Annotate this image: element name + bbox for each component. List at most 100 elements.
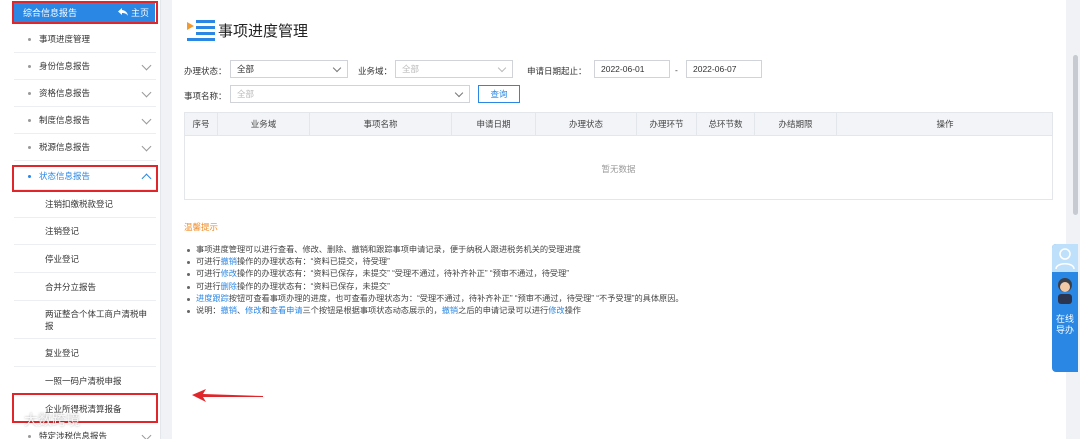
sidebar-item-tax-source[interactable]: 税源信息报告 — [14, 134, 156, 161]
sidebar-subitem-label: 注销登记 — [45, 226, 80, 236]
date-range-label: 申请日期起止： — [527, 66, 587, 76]
sidebar-subitem-label: 合并分立报告 — [45, 281, 97, 292]
column-header: 序号 — [185, 113, 218, 135]
tip-text: 可进行 — [196, 257, 221, 267]
tip-link: 修改 — [245, 305, 262, 315]
column-header: 申请日期 — [452, 113, 536, 135]
sidebar-item-label: 资格信息报告 — [39, 88, 91, 98]
tip-line: 说明：撤销、修改和查看申请三个按钮是根据事项状态动态展示的，撤销之后的申请记录可… — [184, 305, 1044, 317]
tip-text: 可进行 — [196, 269, 221, 279]
domain-select-value: 全部 — [402, 64, 420, 74]
tip-text: 操作的办理状态有：“资料已保存，未提交” “受理不通过，待补齐补正” “预审不通… — [236, 269, 570, 279]
tip-line: 可进行删除操作的办理状态有：“资料已保存，未提交” — [184, 281, 1044, 293]
domain-filter-label: 业务域： — [358, 66, 393, 76]
page-title: 事项进度管理 — [218, 22, 309, 40]
sidebar-item-qualification[interactable]: 资格信息报告 — [14, 80, 156, 107]
sidebar-item-label: 特定涉税信息报告 — [39, 431, 108, 439]
sidebar-item-identity[interactable]: 身份信息报告 — [14, 53, 156, 80]
date-end-value: 2022-06-07 — [693, 64, 737, 74]
bullet-icon — [28, 91, 31, 95]
tip-link: 撤销 — [220, 305, 237, 315]
results-table: 序号 业务域 事项名称 申请日期 办理状态 办理环节 总环节数 办结期限 操作 … — [184, 112, 1053, 200]
scrollbar[interactable] — [1073, 55, 1078, 215]
user-icon — [1052, 244, 1078, 272]
sidebar-item-system[interactable]: 制度信息报告 — [14, 107, 156, 134]
tip-link: 撤销 — [441, 305, 459, 315]
tip-line: 可进行撤销操作的办理状态有：“资料已提交，待受理” — [184, 256, 1044, 268]
home-label: 主页 — [130, 7, 149, 18]
tips-list: 事项进度管理可以进行查看、修改、删除、撤销和跟踪事项申请记录，便于纳税人跟进税务… — [184, 244, 1044, 317]
chevron-down-icon — [454, 88, 464, 98]
chevron-down-icon — [141, 60, 152, 71]
tip-link: 进度跟踪 — [196, 293, 229, 303]
tip-link: 删除 — [220, 281, 237, 291]
column-header: 办结期限 — [755, 113, 837, 135]
table-header: 序号 业务域 事项名称 申请日期 办理状态 办理环节 总环节数 办结期限 操作 — [185, 113, 1052, 136]
tip-text: 操作的办理状态有：“资料已保存，未提交” — [236, 281, 390, 291]
query-button[interactable]: 查询 — [478, 85, 520, 103]
date-end-input[interactable]: 2022-06-07 — [686, 60, 762, 78]
tip-link: 查看申请 — [269, 305, 303, 315]
tip-text: 之后的申请记录可以进行 — [458, 305, 549, 315]
chevron-down-icon — [332, 63, 342, 73]
tip-text: 、 — [236, 305, 246, 315]
tip-text: 三个按钮是根据事项状态动态展示的， — [302, 305, 442, 315]
tip-link: 撤销 — [220, 257, 237, 267]
watermark: 大数跨境 — [24, 412, 80, 428]
chevron-up-icon — [141, 173, 152, 184]
online-guide-widget[interactable]: 在线导办 — [1052, 244, 1078, 372]
chevron-down-icon — [497, 63, 507, 73]
tip-line: 事项进度管理可以进行查看、修改、删除、撤销和跟踪事项申请记录，便于纳税人跟进税务… — [184, 244, 1044, 256]
tip-link: 修改 — [548, 305, 565, 315]
status-select-value: 全部 — [237, 64, 255, 74]
sidebar-subitem[interactable]: 注销登记 — [14, 218, 156, 245]
sidebar-subitem[interactable]: 一照一码户清税申报 — [14, 367, 156, 395]
tip-text: 可进行 — [196, 281, 221, 291]
sidebar: 综合信息报告 主页 事项进度管理 身份信息报告 资格信息报告 制度信息报告 税源… — [0, 0, 161, 439]
column-header: 总环节数 — [697, 113, 755, 135]
list-icon — [186, 18, 216, 42]
bullet-icon — [28, 37, 31, 41]
sidebar-subitem[interactable]: 两证整合个体工商户清税申报 — [14, 301, 156, 339]
sidebar-subitem-label: 注销扣缴税款登记 — [45, 199, 114, 209]
domain-select[interactable]: 全部 — [395, 60, 513, 78]
sidebar-item-label: 制度信息报告 — [39, 115, 91, 125]
chevron-down-icon — [141, 87, 152, 98]
status-select[interactable]: 全部 — [230, 60, 348, 78]
bullet-icon — [28, 118, 31, 122]
column-header: 办理状态 — [536, 113, 637, 135]
empty-table-text: 暂无数据 — [601, 164, 636, 174]
tip-link: 修改 — [220, 269, 237, 279]
tip-line: 进度跟踪按钮可查看事项办理的进度，也可查看办理状态为：“受理不通过，待补齐补正”… — [184, 293, 1044, 305]
date-start-input[interactable]: 2022-06-01 — [594, 60, 670, 78]
item-name-label: 事项名称： — [184, 91, 227, 101]
main-panel: 事项进度管理 办理状态： 全部 业务域： 全部 申请日期起止： 2022-06-… — [172, 0, 1066, 439]
sidebar-item-status[interactable]: 状态信息报告 — [14, 163, 156, 190]
sidebar-item-label: 税源信息报告 — [39, 142, 91, 152]
sidebar-subitem[interactable]: 停业登记 — [14, 245, 156, 273]
sidebar-subitem[interactable]: 复业登记 — [14, 339, 156, 367]
item-name-select[interactable]: 全部 — [230, 85, 470, 103]
sidebar-subitem[interactable]: 合并分立报告 — [14, 273, 156, 301]
home-link[interactable]: 主页 — [117, 6, 149, 19]
sidebar-subitem-label: 一照一码户清税申报 — [45, 375, 122, 386]
sidebar-header-title: 综合信息报告 — [23, 7, 78, 18]
sidebar-header[interactable]: 综合信息报告 主页 — [13, 2, 155, 22]
column-header: 事项名称 — [310, 113, 452, 135]
status-filter-label: 办理状态： — [184, 66, 227, 76]
tip-text: 按钮可查看事项办理的进度，也可查看办理状态为：“受理不通过，待补齐补正” “预审… — [228, 293, 684, 303]
date-start-value: 2022-06-01 — [601, 64, 645, 74]
column-header: 业务域 — [218, 113, 310, 135]
sidebar-subitem[interactable]: 注销扣缴税款登记 — [14, 191, 156, 218]
sidebar-item-label: 事项进度管理 — [39, 34, 91, 44]
sidebar-item-progress[interactable]: 事项进度管理 — [14, 26, 156, 53]
sidebar-subitem-label: 两证整合个体工商户清税申报 — [45, 308, 148, 331]
bullet-icon — [28, 174, 31, 178]
tip-text: 操作的办理状态有：“资料已提交，待受理” — [236, 257, 390, 267]
sidebar-subitem-label: 复业登记 — [45, 347, 80, 358]
sidebar-item-label: 状态信息报告 — [39, 171, 91, 181]
tips-title: 温馨提示 — [184, 222, 219, 232]
page-title-wrap: 事项进度管理 — [186, 18, 308, 42]
bullet-icon — [28, 145, 31, 149]
tip-text: 和 — [261, 305, 270, 315]
